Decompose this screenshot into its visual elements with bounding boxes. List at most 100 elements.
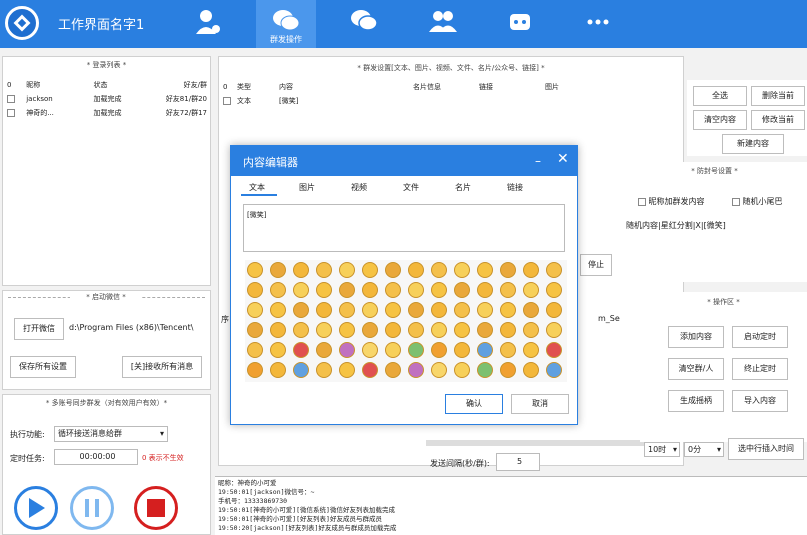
emoji-icon[interactable] [247,262,263,278]
emoji-icon[interactable] [500,362,516,378]
close-icon[interactable]: ✕ [557,151,569,167]
emoji-icon[interactable] [316,322,332,338]
emoji-icon[interactable] [362,302,378,318]
emoji-icon[interactable] [523,282,539,298]
emoji-icon[interactable] [270,362,286,378]
tab-video[interactable]: 视频 [351,182,367,193]
emoji-icon[interactable] [362,362,378,378]
emoji-icon[interactable] [293,362,309,378]
emoji-icon[interactable] [408,322,424,338]
emoji-icon[interactable] [316,282,332,298]
emoji-icon[interactable] [431,262,447,278]
delete-current-button[interactable]: 删除当前 [751,86,805,106]
emoji-icon[interactable] [270,262,286,278]
new-content-button[interactable]: 新建内容 [722,134,784,154]
emoji-icon[interactable] [339,322,355,338]
emoji-icon[interactable] [293,322,309,338]
emoji-icon[interactable] [523,302,539,318]
minimize-icon[interactable]: – [535,154,541,168]
nav-mass-send[interactable]: 群发操作 [256,0,316,48]
emoji-icon[interactable] [270,282,286,298]
nav-moments[interactable] [334,0,394,48]
emoji-icon[interactable] [362,282,378,298]
emoji-icon[interactable] [408,282,424,298]
emoji-icon[interactable] [270,302,286,318]
import-content-button[interactable]: 导入内容 [732,390,788,412]
row-checkbox[interactable] [7,95,15,103]
emoji-icon[interactable] [546,322,562,338]
emoji-icon[interactable] [362,342,378,358]
emoji-icon[interactable] [454,322,470,338]
emoji-icon[interactable] [500,262,516,278]
emoji-icon[interactable] [408,362,424,378]
start-button[interactable] [14,486,58,530]
anti-option-nick[interactable]: 昵称加群发内容 [638,196,705,207]
emoji-icon[interactable] [293,282,309,298]
tab-image[interactable]: 图片 [299,182,315,193]
emoji-icon[interactable] [316,342,332,358]
emoji-icon[interactable] [385,302,401,318]
emoji-icon[interactable] [247,322,263,338]
emoji-icon[interactable] [431,302,447,318]
tab-card[interactable]: 名片 [455,182,471,193]
emoji-icon[interactable] [431,362,447,378]
emoji-icon[interactable] [385,262,401,278]
emoji-icon[interactable] [431,282,447,298]
emoji-picker[interactable] [245,260,567,382]
emoji-icon[interactable] [385,342,401,358]
table-row[interactable]: 神奇的... 加载完成 好友72/群17 [4,106,210,120]
emoji-icon[interactable] [454,342,470,358]
row-checkbox[interactable] [7,109,15,117]
cancel-button[interactable]: 取消 [511,394,569,414]
emoji-icon[interactable] [270,342,286,358]
emoji-icon[interactable] [477,282,493,298]
interval-input[interactable]: 5 [496,453,540,471]
select-all-button[interactable]: 全选 [693,86,747,106]
table-row[interactable]: 文本 [微笑] [220,94,680,108]
emoji-icon[interactable] [546,342,562,358]
emoji-icon[interactable] [523,342,539,358]
receive-messages-button[interactable]: [关]接收所有消息 [122,356,202,378]
anti-option-tail[interactable]: 随机小尾巴 [732,196,783,207]
emoji-icon[interactable] [385,282,401,298]
emoji-icon[interactable] [316,262,332,278]
emoji-icon[interactable] [523,262,539,278]
generate-button[interactable]: 生成摇柄 [668,390,724,412]
confirm-button[interactable]: 确认 [445,394,503,414]
emoji-icon[interactable] [500,342,516,358]
emoji-icon[interactable] [339,262,355,278]
emoji-icon[interactable] [500,302,516,318]
horizontal-scrollbar[interactable] [426,440,666,446]
emoji-icon[interactable] [500,322,516,338]
emoji-icon[interactable] [477,262,493,278]
emoji-icon[interactable] [454,302,470,318]
emoji-icon[interactable] [247,282,263,298]
stop-round-button[interactable] [134,486,178,530]
content-textarea[interactable]: [微笑] [243,204,565,252]
pause-button[interactable] [70,486,114,530]
exec-select[interactable]: 循环接送消息给群 ▾ [54,426,168,442]
timer-input[interactable]: 00:00:00 [54,449,138,465]
emoji-icon[interactable] [293,262,309,278]
table-row[interactable]: jackson 加载完成 好友81/群20 [4,92,210,106]
emoji-icon[interactable] [247,342,263,358]
emoji-icon[interactable] [362,322,378,338]
stop-timer-button[interactable]: 终止定时 [732,358,788,380]
emoji-icon[interactable] [339,362,355,378]
emoji-icon[interactable] [454,262,470,278]
stop-button[interactable]: 停止 [580,254,612,276]
clear-groups-button[interactable]: 清空群/人 [668,358,724,380]
emoji-icon[interactable] [546,262,562,278]
row-checkbox[interactable] [223,97,231,105]
emoji-icon[interactable] [385,322,401,338]
emoji-icon[interactable] [477,322,493,338]
emoji-icon[interactable] [454,362,470,378]
emoji-icon[interactable] [362,262,378,278]
emoji-icon[interactable] [546,302,562,318]
emoji-icon[interactable] [546,362,562,378]
emoji-icon[interactable] [477,362,493,378]
start-timer-button[interactable]: 启动定时 [732,326,788,348]
emoji-icon[interactable] [431,342,447,358]
emoji-icon[interactable] [247,362,263,378]
nav-robot[interactable] [490,0,550,48]
